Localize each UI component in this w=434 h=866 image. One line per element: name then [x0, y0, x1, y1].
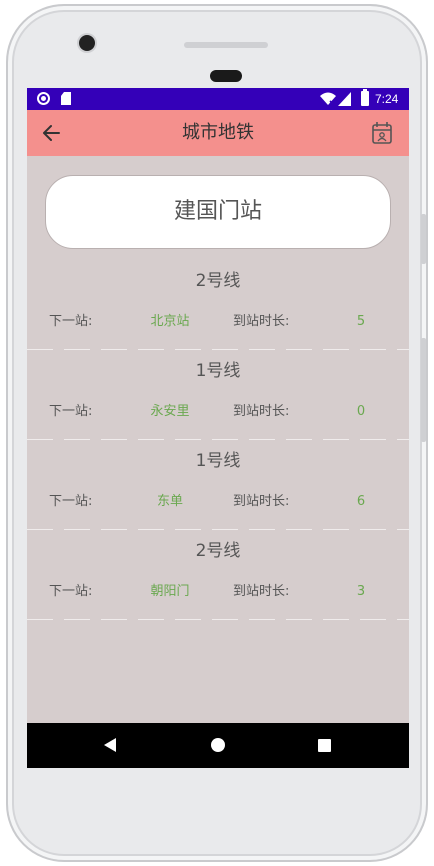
- arrival-time-value: 3: [356, 584, 366, 599]
- train-item[interactable]: 2号线 下一站: 北京站 到站时长: 5: [27, 260, 409, 350]
- train-item[interactable]: 1号线 下一站: 东单 到站时长: 6: [27, 440, 409, 530]
- status-bar: 7:24: [27, 88, 409, 110]
- next-station-label: 下一站:: [49, 494, 93, 509]
- arrival-time-value: 0: [356, 404, 366, 419]
- earpiece-speaker: [210, 70, 242, 82]
- arrival-time-label: 到站时长:: [233, 494, 290, 509]
- system-nav-bar: [27, 723, 409, 768]
- arrival-time-label: 到站时长:: [233, 584, 290, 599]
- next-station-value: 永安里: [150, 404, 190, 419]
- arrival-time-label: 到站时长:: [233, 404, 290, 419]
- signal-icon: [338, 92, 351, 106]
- volume-button: [421, 338, 426, 442]
- train-item[interactable]: 2号线 下一站: 朝阳门 到站时长: 3: [27, 530, 409, 620]
- power-button: [421, 214, 426, 264]
- square-recent-icon[interactable]: [318, 739, 331, 752]
- dashed-divider: [27, 619, 409, 620]
- train-list: 2号线 下一站: 北京站 到站时长: 5 1号线 下一站: 永安里 到站时长: …: [27, 260, 409, 620]
- triangle-back-icon[interactable]: [104, 738, 116, 752]
- page-title: 城市地铁: [182, 122, 254, 143]
- battery-icon: [361, 89, 369, 106]
- app-bar: 城市地铁: [27, 110, 409, 156]
- calendar-icon[interactable]: [371, 121, 393, 145]
- train-item[interactable]: 1号线 下一站: 永安里 到站时长: 0: [27, 350, 409, 440]
- front-camera: [79, 35, 95, 51]
- arrival-time-label: 到站时长:: [233, 314, 290, 329]
- notification-circle-icon: [37, 92, 50, 105]
- next-station-label: 下一站:: [49, 584, 93, 599]
- line-name: 2号线: [195, 271, 241, 291]
- arrival-time-value: 5: [356, 314, 366, 329]
- wifi-icon: [320, 92, 336, 106]
- sd-card-icon: [61, 92, 71, 105]
- arrival-time-value: 6: [356, 494, 366, 509]
- app-screen: 7:24 城市地铁 建国门站 2号线 下一站: 北京站 到站时长: 5 1号线 …: [27, 88, 409, 768]
- proximity-sensor: [184, 42, 268, 48]
- next-station-label: 下一站:: [49, 314, 93, 329]
- circle-home-icon[interactable]: [211, 738, 225, 752]
- status-time: 7:24: [375, 92, 399, 106]
- next-station-label: 下一站:: [49, 404, 93, 419]
- next-station-value: 北京站: [150, 314, 190, 329]
- line-name: 1号线: [195, 451, 241, 471]
- station-name-card: 建国门站: [45, 175, 391, 249]
- line-name: 2号线: [195, 541, 241, 561]
- line-name: 1号线: [195, 361, 241, 381]
- next-station-value: 朝阳门: [150, 584, 190, 599]
- next-station-value: 东单: [156, 494, 183, 509]
